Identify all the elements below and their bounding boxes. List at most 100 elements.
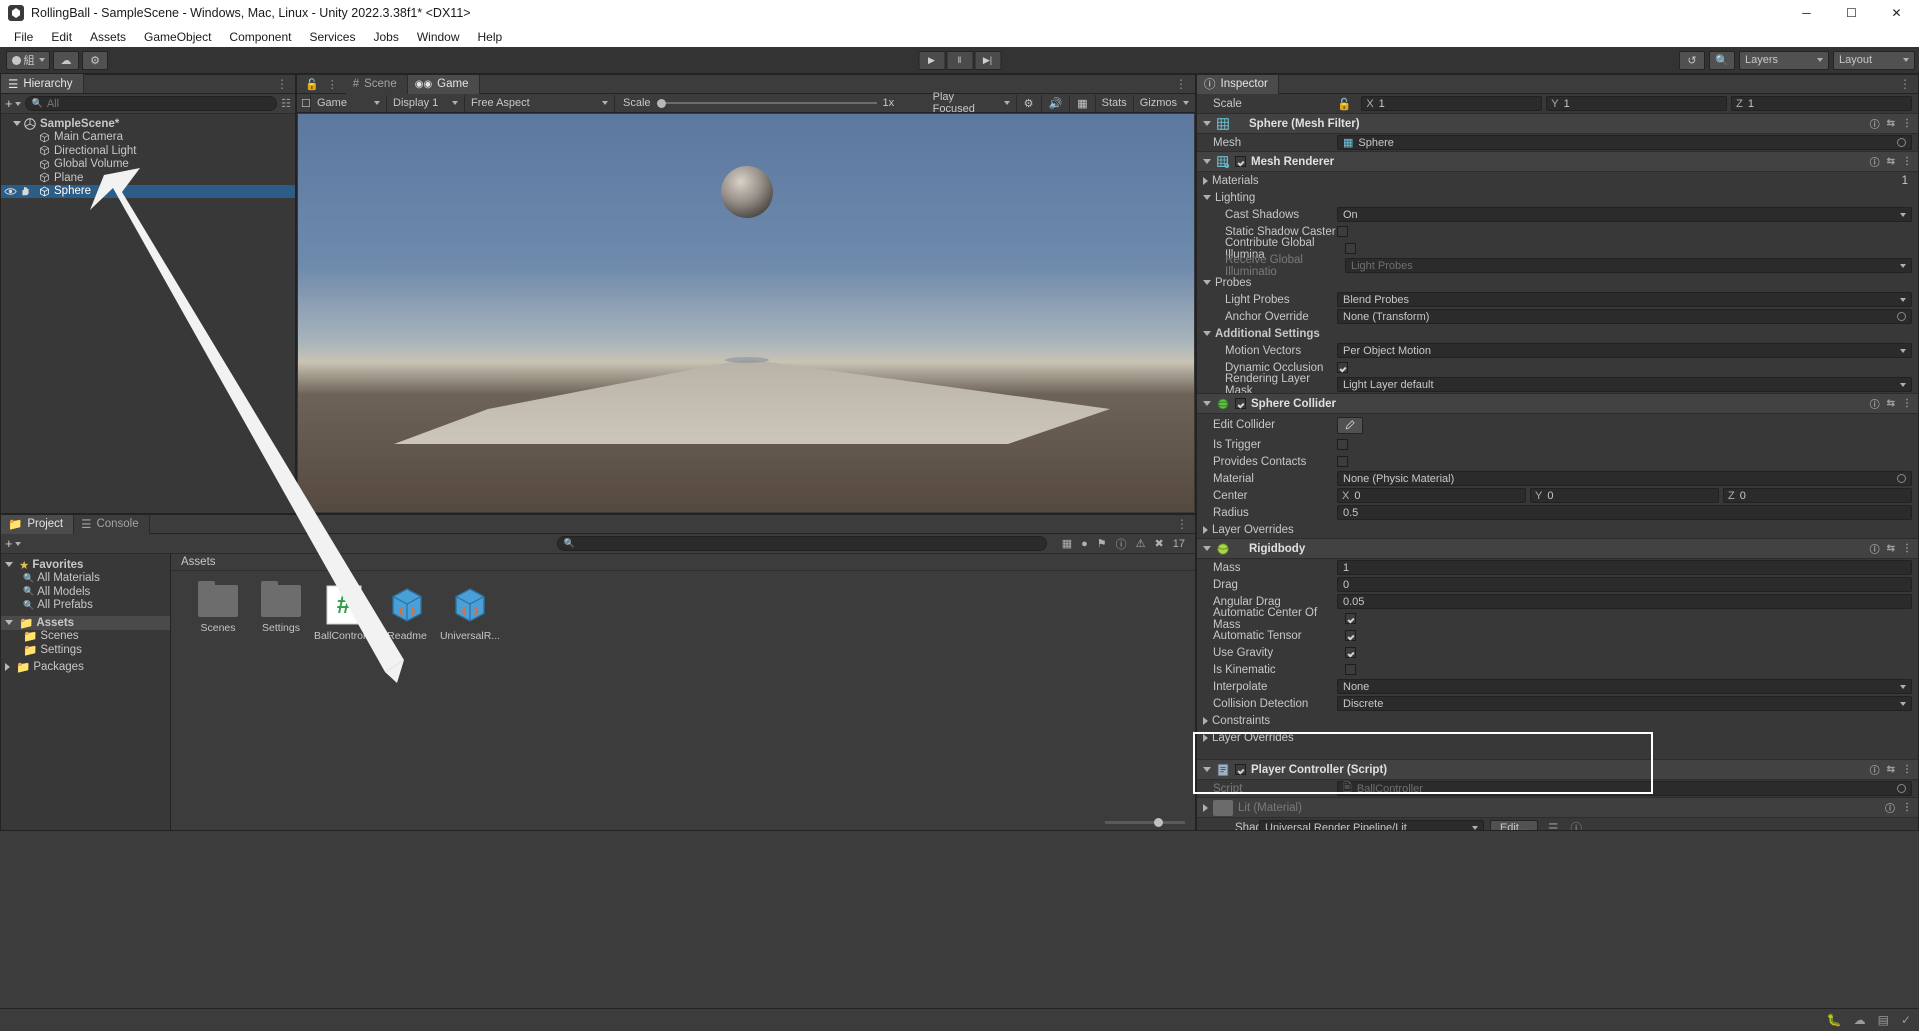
step-button[interactable]: ▶|: [974, 50, 1001, 70]
triangle-right-icon[interactable]: [5, 663, 10, 672]
mute-audio-icon[interactable]: 🔊: [1042, 94, 1071, 112]
create-gameobject-button[interactable]: +: [5, 96, 21, 111]
menu-window[interactable]: Window: [408, 28, 469, 46]
hand-pick-icon[interactable]: [20, 186, 31, 196]
menu-assets[interactable]: Assets: [81, 28, 135, 46]
tree-item-all-prefabs[interactable]: 🔍 All Prefabs: [1, 599, 170, 613]
tree-item-favorites[interactable]: ★ Favorites: [1, 558, 170, 572]
physic-material-field[interactable]: None (Physic Material): [1337, 471, 1912, 486]
foldout-icon[interactable]: [1203, 525, 1208, 534]
rendering-layer-mask-dropdown[interactable]: Light Layer default: [1337, 377, 1912, 392]
display-dropdown[interactable]: Display 1: [387, 94, 465, 112]
create-asset-button[interactable]: +: [5, 536, 21, 551]
account-button[interactable]: 組: [6, 50, 50, 70]
cast-shadows-dropdown[interactable]: On: [1337, 207, 1912, 222]
lighting-section-row[interactable]: Lighting: [1197, 189, 1918, 206]
asset-zoom-knob[interactable]: [1154, 817, 1163, 827]
asset-item-ballcontroller[interactable]: # BallControl...: [313, 585, 375, 642]
component-header-rigidbody[interactable]: Rigidbody ⓘ ⇆ ⋮: [1197, 538, 1918, 559]
scale-y-field[interactable]: Y 1: [1546, 96, 1728, 111]
more-icon[interactable]: ⋮: [1902, 764, 1912, 775]
edit-shader-button[interactable]: Edit...: [1490, 820, 1538, 830]
foldout-icon[interactable]: [1203, 331, 1211, 336]
sphere-collider-enabled-checkbox[interactable]: [1235, 398, 1246, 409]
preset-icon[interactable]: ⇆: [1887, 764, 1895, 775]
foldout-icon[interactable]: [1203, 159, 1211, 164]
materials-row[interactable]: Materials 1: [1197, 172, 1918, 189]
check-icon[interactable]: ✓: [1901, 1013, 1911, 1027]
tab-scene[interactable]: # Scene: [345, 74, 408, 94]
tree-item-scenes[interactable]: 📁 Scenes: [1, 630, 170, 643]
bug-icon[interactable]: 🐛: [1827, 1013, 1842, 1027]
automatic-tensor-checkbox[interactable]: [1345, 630, 1356, 641]
hierarchy-options-icon[interactable]: ☷: [281, 97, 291, 110]
is-kinematic-checkbox[interactable]: [1345, 664, 1356, 675]
collider-layer-overrides-row[interactable]: Layer Overrides: [1197, 521, 1918, 538]
component-header-sphere-collider[interactable]: Sphere Collider ⓘ ⇆ ⋮: [1197, 393, 1918, 414]
tree-item-all-materials[interactable]: 🔍 All Materials: [1, 572, 170, 586]
tab-project[interactable]: 📁 Project: [1, 514, 75, 534]
preset-icon[interactable]: ⇆: [1887, 118, 1895, 129]
additional-settings-row[interactable]: Additional Settings: [1197, 325, 1918, 342]
object-picker-icon[interactable]: [1897, 138, 1906, 147]
filter-packages-icon[interactable]: ▦: [1062, 537, 1072, 550]
foldout-icon[interactable]: [1203, 195, 1211, 200]
tab-hierarchy[interactable]: ☰ Hierarchy: [1, 74, 84, 93]
maximize-button[interactable]: ☐: [1829, 0, 1874, 26]
layers-icon[interactable]: ▤: [1878, 1013, 1889, 1027]
mesh-renderer-enabled-checkbox[interactable]: [1235, 156, 1246, 167]
mesh-object-field[interactable]: ▦ Sphere: [1337, 135, 1912, 150]
use-gravity-checkbox[interactable]: [1345, 647, 1356, 658]
triangle-down-icon[interactable]: [13, 121, 21, 127]
hierarchy-search-input[interactable]: 🔍 All: [24, 96, 278, 111]
motion-vectors-dropdown[interactable]: Per Object Motion: [1337, 343, 1912, 358]
layers-dropdown[interactable]: Layers: [1739, 50, 1829, 70]
menu-services[interactable]: Services: [300, 28, 364, 46]
interpolate-dropdown[interactable]: None: [1337, 679, 1912, 694]
static-shadow-caster-checkbox[interactable]: [1337, 226, 1348, 237]
menu-jobs[interactable]: Jobs: [364, 28, 407, 46]
project-search-input[interactable]: 🔍: [556, 536, 1047, 551]
tree-item-packages[interactable]: 📁 Packages: [1, 661, 170, 674]
more-icon[interactable]: ⋮: [1902, 543, 1912, 554]
shader-menu-icon[interactable]: ☰: [1548, 821, 1558, 831]
cloud-button[interactable]: ☁: [53, 50, 79, 70]
preset-icon[interactable]: ⇆: [1887, 543, 1895, 554]
edit-collider-button[interactable]: [1337, 416, 1363, 434]
settings-button[interactable]: ⚙: [82, 50, 108, 70]
lock-icon[interactable]: 🔓: [305, 78, 319, 91]
tab-console[interactable]: ☰ Console: [74, 514, 150, 534]
help-icon[interactable]: ⓘ: [1885, 800, 1895, 815]
rigidbody-layer-overrides-row[interactable]: Layer Overrides: [1197, 729, 1918, 746]
center-z-field[interactable]: Z 0: [1723, 488, 1912, 503]
filter-label-icon[interactable]: ⚑: [1097, 537, 1107, 550]
scale-slider-knob[interactable]: [656, 98, 666, 108]
stats-button[interactable]: Stats: [1096, 94, 1134, 112]
tab-inspector[interactable]: ⓘ Inspector: [1197, 74, 1279, 94]
more-icon[interactable]: ⋮: [1902, 118, 1912, 129]
view-mode-dropdown[interactable]: Game: [311, 94, 387, 112]
angular-drag-input[interactable]: 0.05: [1337, 594, 1912, 609]
triangle-down-icon[interactable]: [5, 620, 13, 626]
shader-help-icon[interactable]: ⓘ: [1570, 820, 1582, 831]
help-icon[interactable]: ⓘ: [1870, 541, 1880, 556]
component-header-mesh-filter[interactable]: Sphere (Mesh Filter) ⓘ ⇆ ⋮: [1197, 113, 1918, 134]
collab-icon[interactable]: ☁: [1854, 1013, 1866, 1027]
inspector-menu-icon[interactable]: ⋮: [1899, 77, 1918, 91]
tree-item-all-models[interactable]: 🔍 All Models: [1, 585, 170, 599]
stats-toggle-icon[interactable]: ▦: [1070, 94, 1096, 112]
more-icon[interactable]: ⋮: [1902, 398, 1912, 409]
hierarchy-item-directional-light[interactable]: Directional Light: [1, 144, 295, 158]
foldout-icon[interactable]: [1203, 803, 1208, 812]
minimize-button[interactable]: ─: [1784, 0, 1829, 26]
hierarchy-item-global-volume[interactable]: Global Volume: [1, 158, 295, 172]
info-count-icon[interactable]: ⓘ: [1116, 536, 1127, 552]
menu-gameobject[interactable]: GameObject: [135, 28, 220, 46]
preset-icon[interactable]: ⇆: [1887, 156, 1895, 167]
center-x-field[interactable]: X 0: [1337, 488, 1526, 503]
anchor-override-field[interactable]: None (Transform): [1337, 309, 1912, 324]
collider-radius-input[interactable]: 0.5: [1337, 505, 1912, 520]
tree-item-settings[interactable]: 📁 Settings: [1, 643, 170, 657]
help-icon[interactable]: ⓘ: [1870, 116, 1880, 131]
center-y-field[interactable]: Y 0: [1530, 488, 1719, 503]
